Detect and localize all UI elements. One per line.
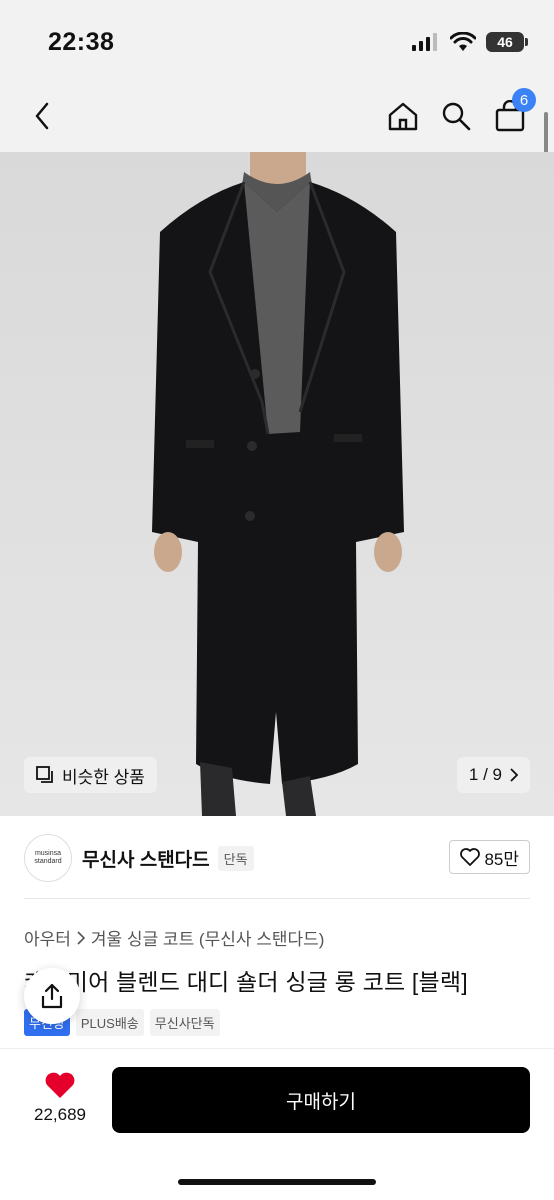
copy-icon (36, 766, 53, 783)
tag-exclusive: 무신사단독 (149, 1009, 220, 1036)
search-button[interactable] (434, 94, 478, 138)
brand-like-count: 85만 (484, 849, 519, 869)
similar-products-button[interactable]: 비슷한 상품 (24, 757, 157, 793)
status-icons: 46 (412, 32, 528, 52)
breadcrumb-category[interactable]: 아우터 (24, 925, 71, 950)
image-counter-label: 1 / 9 (468, 765, 502, 784)
brand-logo-line1: musinsa (34, 849, 62, 857)
battery-icon: 46 (486, 32, 528, 52)
image-counter[interactable]: 1 / 9 (456, 757, 530, 793)
breadcrumb: 아우터 겨울 싱글 코트 (무신사 스탠다드) (24, 925, 324, 950)
heart-icon (45, 1072, 75, 1098)
cart-button[interactable]: 6 (488, 88, 536, 138)
wifi-icon (450, 32, 476, 51)
share-button[interactable] (24, 968, 80, 1024)
product-title: 캐시미어 블렌드 대디 숄더 싱글 롱 코트 [블랙] (24, 969, 468, 995)
chevron-right-icon (510, 768, 518, 782)
cart-badge: 6 (512, 88, 536, 112)
divider (24, 898, 530, 899)
brand-exclusive-tag: 단독 (217, 845, 254, 871)
brand-logo[interactable]: musinsa standard (24, 834, 72, 882)
back-button[interactable] (20, 94, 64, 138)
breadcrumb-subcategory[interactable]: 겨울 싱글 코트 (무신사 스탠다드) (91, 925, 325, 950)
favorite-count: 22,689 (34, 1105, 86, 1124)
brand-like-button[interactable]: 85만 (449, 840, 530, 874)
share-icon (41, 983, 63, 1009)
chevron-left-icon (35, 102, 49, 130)
search-icon (442, 102, 471, 131)
chevron-right-icon (77, 930, 85, 945)
signal-icon (412, 33, 437, 51)
status-bar: 22:38 46 (0, 0, 554, 80)
nav-bar: 6 (0, 80, 554, 152)
buy-button[interactable]: 구매하기 (112, 1067, 530, 1133)
favorite-button[interactable]: 22,689 (24, 1071, 96, 1125)
similar-products-label: 비슷한 상품 (62, 767, 145, 787)
home-button[interactable] (381, 94, 425, 138)
bottom-bar: 22,689 구매하기 (0, 1048, 554, 1200)
status-time: 22:38 (48, 28, 115, 56)
home-icon (388, 102, 418, 131)
brand-logo-line2: standard (34, 858, 62, 865)
product-image[interactable]: 비슷한 상품 1 / 9 (0, 152, 554, 816)
product-photo (152, 152, 404, 816)
home-indicator (178, 1179, 376, 1185)
brand-row: musinsa standard 무신사 스탠다드 단독 85만 (24, 830, 530, 886)
heart-outline-icon (460, 848, 481, 866)
brand-name[interactable]: 무신사 스탠다드 (82, 845, 210, 872)
tag-plus-delivery: PLUS배송 (75, 1009, 144, 1036)
